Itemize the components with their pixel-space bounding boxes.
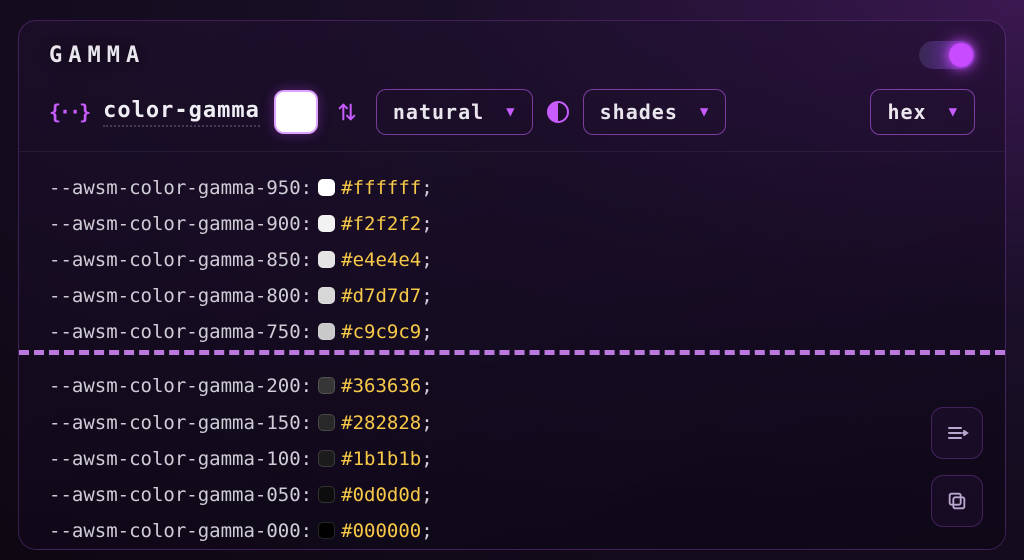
side-buttons	[931, 407, 983, 527]
var-name: --awsm-color-gamma-150	[49, 412, 301, 434]
hex-value: #c9c9c9	[341, 321, 421, 343]
css-var-row: --awsm-color-gamma-900:#f2f2f2;	[49, 206, 975, 242]
hex-value: #282828	[341, 412, 421, 434]
order-select-label: natural	[393, 100, 484, 124]
hex-value: #d7d7d7	[341, 285, 421, 307]
hex-value: #0d0d0d	[341, 484, 421, 506]
color-swatch	[318, 377, 335, 394]
mode-select-label: shades	[600, 100, 678, 124]
color-swatch	[318, 287, 335, 304]
format-select[interactable]: hex ▼	[870, 89, 975, 135]
color-swatch	[318, 486, 335, 503]
braces-icon: {··}	[49, 100, 89, 124]
css-var-row: --awsm-color-gamma-100:#1b1b1b;	[49, 441, 975, 477]
order-select[interactable]: natural ▼	[376, 89, 533, 135]
palette-name-input[interactable]: color-gamma	[103, 98, 260, 127]
hex-value: #ffffff	[341, 177, 421, 199]
css-var-row: --awsm-color-gamma-800:#d7d7d7;	[49, 278, 975, 314]
var-name: --awsm-color-gamma-900	[49, 213, 301, 235]
css-var-row: --awsm-color-gamma-150:#282828;	[49, 405, 975, 441]
shade-mode-icon[interactable]	[547, 101, 569, 123]
var-name: --awsm-color-gamma-850	[49, 249, 301, 271]
color-swatch	[318, 323, 335, 340]
color-swatch	[318, 251, 335, 268]
hex-value: #363636	[341, 375, 421, 397]
hex-value: #f2f2f2	[341, 213, 421, 235]
panel-title: GAMMA	[49, 43, 145, 68]
var-name: --awsm-color-gamma-100	[49, 448, 301, 470]
copy-button[interactable]	[931, 475, 983, 527]
code-block: --awsm-color-gamma-950:#ffffff;--awsm-co…	[19, 152, 1005, 550]
var-name: --awsm-color-gamma-750	[49, 321, 301, 343]
format-select-label: hex	[887, 100, 926, 124]
enable-toggle[interactable]	[919, 41, 975, 69]
css-var-row: --awsm-color-gamma-750:#c9c9c9;	[49, 314, 975, 350]
toggle-knob	[949, 43, 973, 67]
css-var-row: --awsm-color-gamma-850:#e4e4e4;	[49, 242, 975, 278]
color-swatch	[318, 450, 335, 467]
color-swatch	[318, 215, 335, 232]
hex-value: #1b1b1b	[341, 448, 421, 470]
chevron-down-icon: ▼	[506, 104, 515, 120]
mode-select[interactable]: shades ▼	[583, 89, 727, 135]
color-swatch	[318, 179, 335, 196]
hex-value: #e4e4e4	[341, 249, 421, 271]
css-var-row: --awsm-color-gamma-050:#0d0d0d;	[49, 477, 975, 513]
sort-icon[interactable]	[332, 97, 362, 127]
controls-row: {··} color-gamma natural ▼ shades ▼ hex …	[19, 83, 1005, 152]
export-button[interactable]	[931, 407, 983, 459]
hex-value: #000000	[341, 520, 421, 542]
gamma-panel: GAMMA {··} color-gamma natural ▼ shades …	[18, 20, 1006, 550]
var-name: --awsm-color-gamma-800	[49, 285, 301, 307]
css-var-row: --awsm-color-gamma-200:#363636;	[49, 368, 975, 404]
header: GAMMA	[19, 21, 1005, 83]
primary-swatch[interactable]	[274, 90, 318, 134]
css-var-row: --awsm-color-gamma-000:#000000;	[49, 513, 975, 549]
css-var-row: --awsm-color-gamma-950:#ffffff;	[49, 170, 975, 206]
var-name: --awsm-color-gamma-000	[49, 520, 301, 542]
var-name: --awsm-color-gamma-950	[49, 177, 301, 199]
color-swatch	[318, 414, 335, 431]
var-name: --awsm-color-gamma-050	[49, 484, 301, 506]
chevron-down-icon: ▼	[700, 104, 709, 120]
var-name: --awsm-color-gamma-200	[49, 375, 301, 397]
separator	[19, 350, 1005, 355]
chevron-down-icon: ▼	[949, 104, 958, 120]
color-swatch	[318, 522, 335, 539]
